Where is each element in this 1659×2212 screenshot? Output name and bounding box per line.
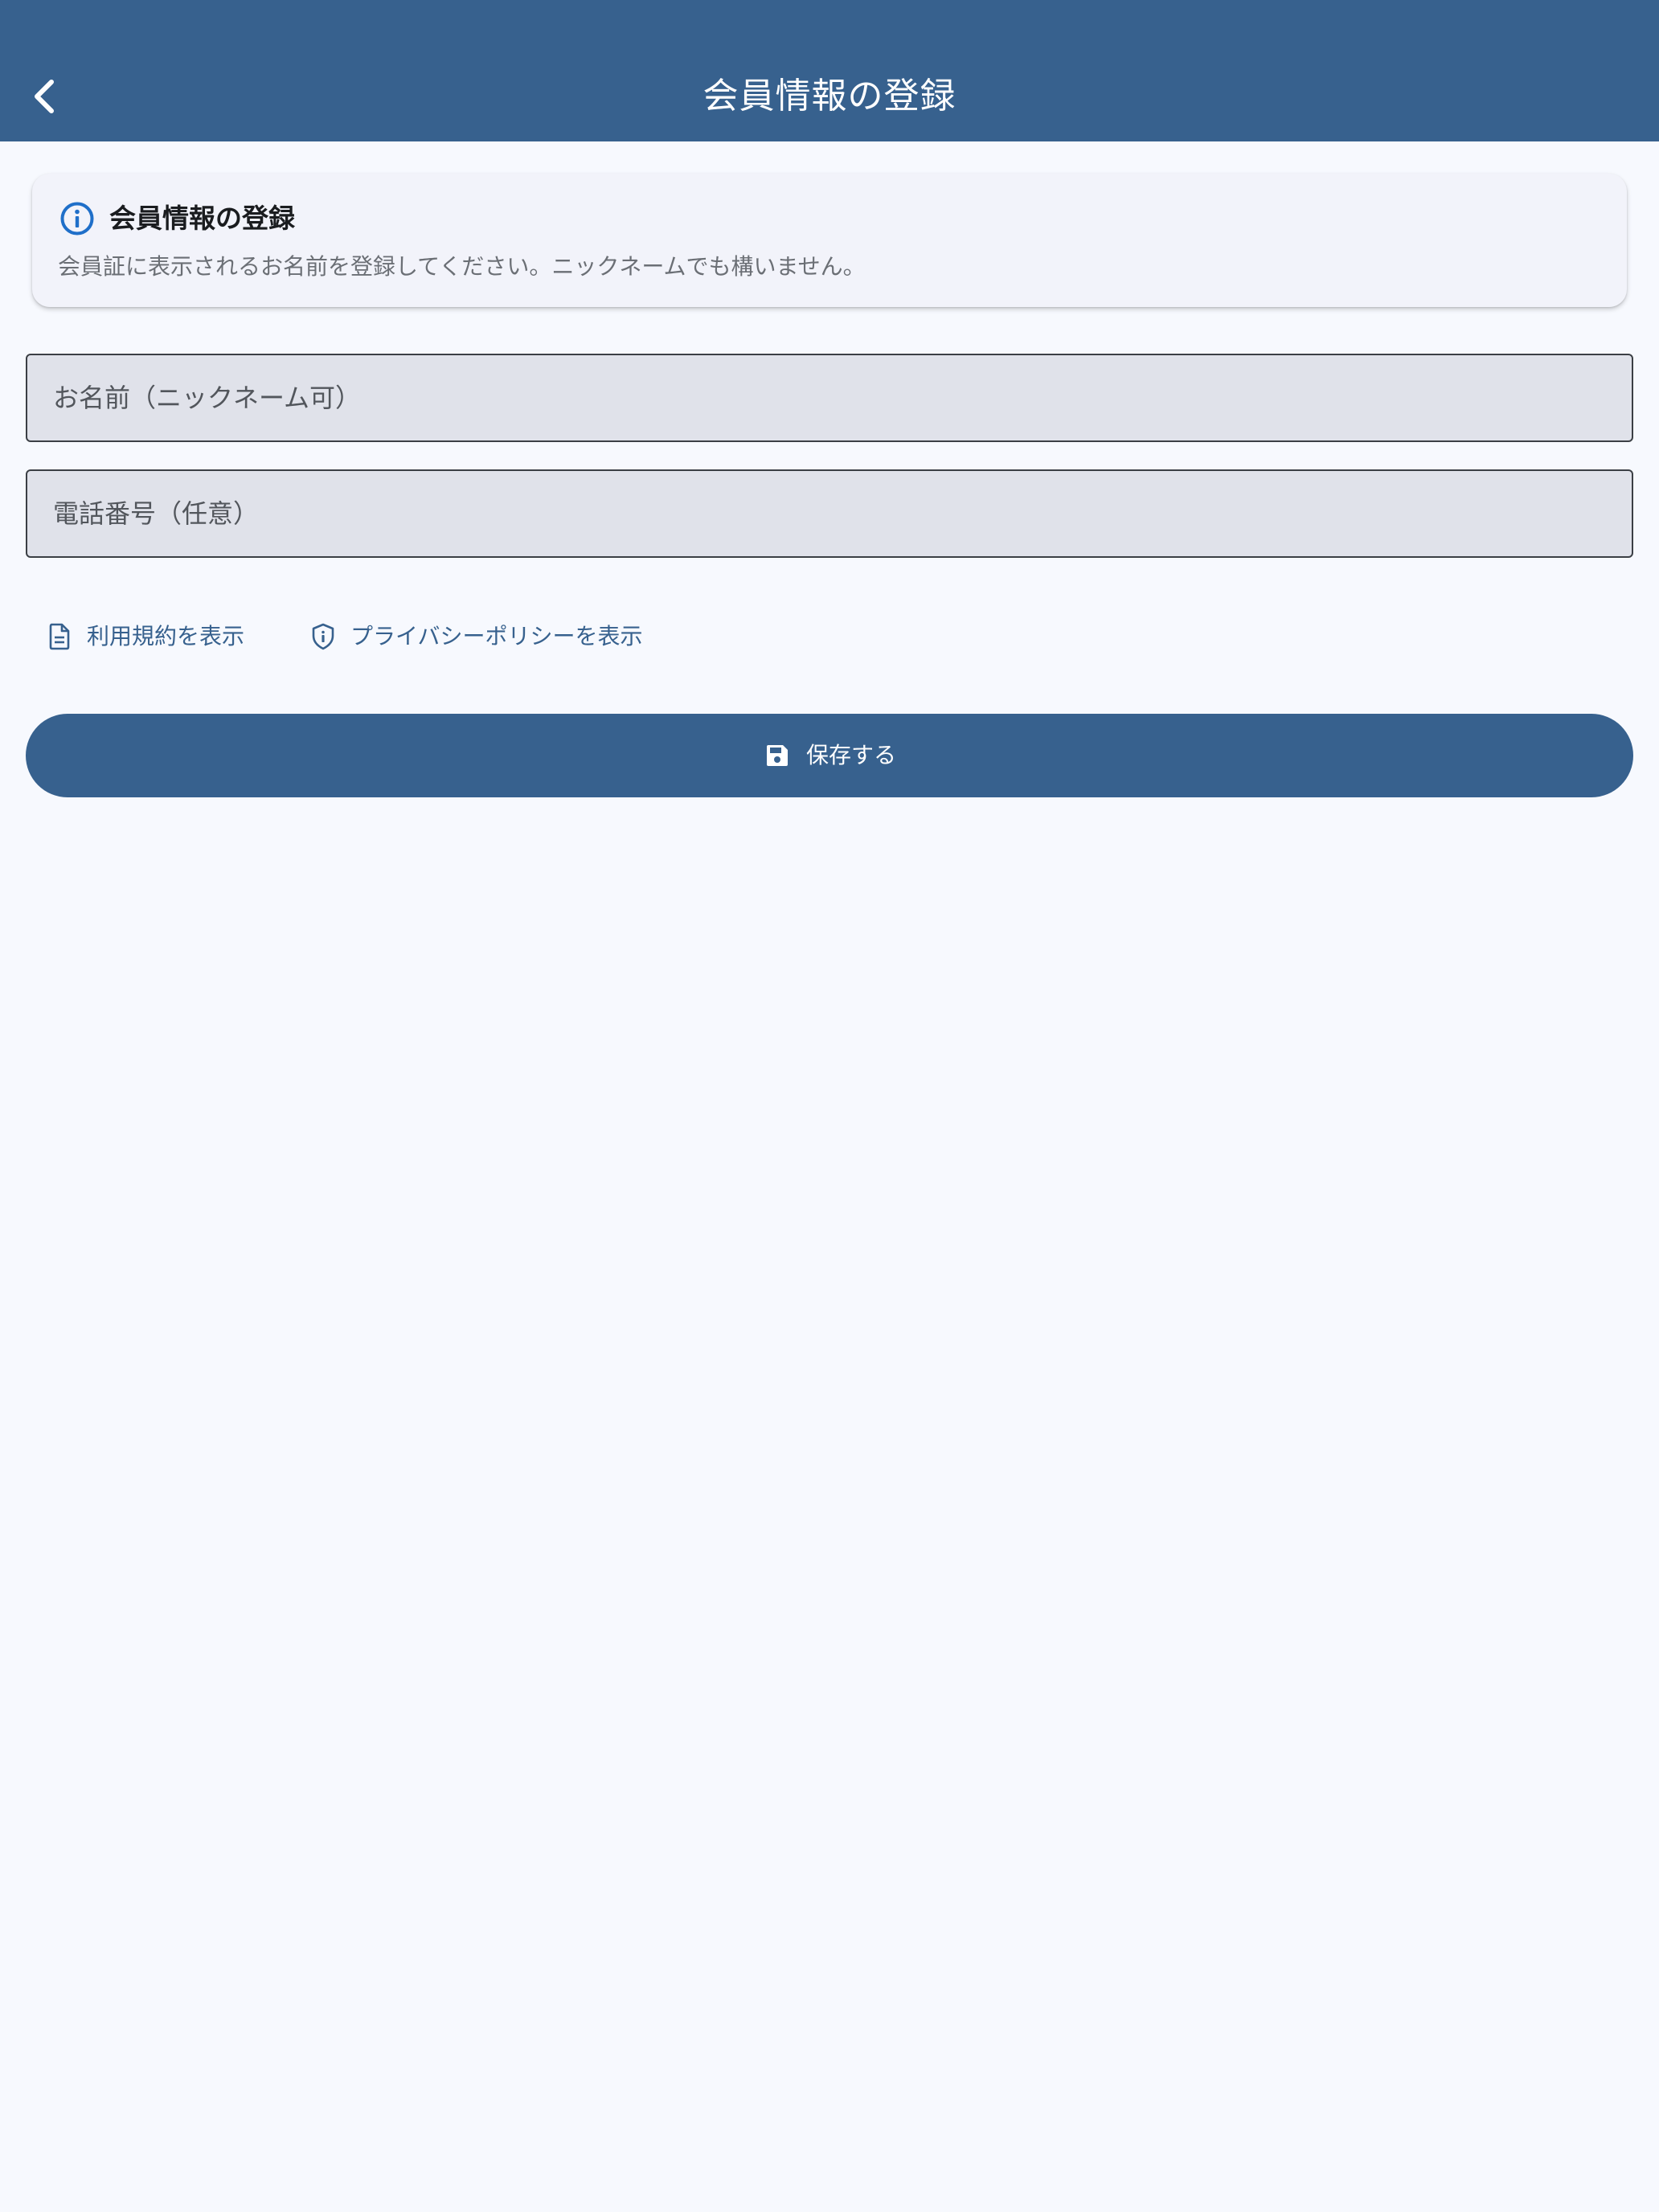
- save-button-label: 保存する: [805, 742, 896, 768]
- info-card-title: 会員情報の登録: [109, 203, 295, 234]
- phone-input-placeholder: 電話番号（任意）: [53, 498, 260, 529]
- phone-input[interactable]: 電話番号（任意）: [26, 469, 1633, 558]
- name-input[interactable]: お名前（ニックネーム可）: [26, 354, 1633, 442]
- privacy-link[interactable]: プライバシーポリシーを表示: [309, 614, 642, 659]
- terms-link-label: 利用規約を表示: [87, 623, 245, 649]
- info-card: 会員情報の登録 会員証に表示されるお名前を登録してください。ニックネームでも構い…: [32, 174, 1627, 307]
- save-button[interactable]: 保存する: [26, 714, 1633, 797]
- info-card-description: 会員証に表示されるお名前を登録してください。ニックネームでも構いません。: [58, 253, 866, 280]
- name-input-placeholder: お名前（ニックネーム可）: [53, 383, 362, 413]
- terms-link[interactable]: 利用規約を表示: [45, 614, 244, 659]
- shield-icon: [312, 623, 334, 650]
- info-icon: [60, 202, 94, 236]
- page-title: 会員情報の登録: [703, 76, 956, 117]
- privacy-link-label: プライバシーポリシーを表示: [350, 623, 643, 649]
- save-icon: [766, 745, 788, 766]
- app-bar: 会員情報の登録: [0, 0, 1659, 141]
- document-icon: [49, 623, 70, 650]
